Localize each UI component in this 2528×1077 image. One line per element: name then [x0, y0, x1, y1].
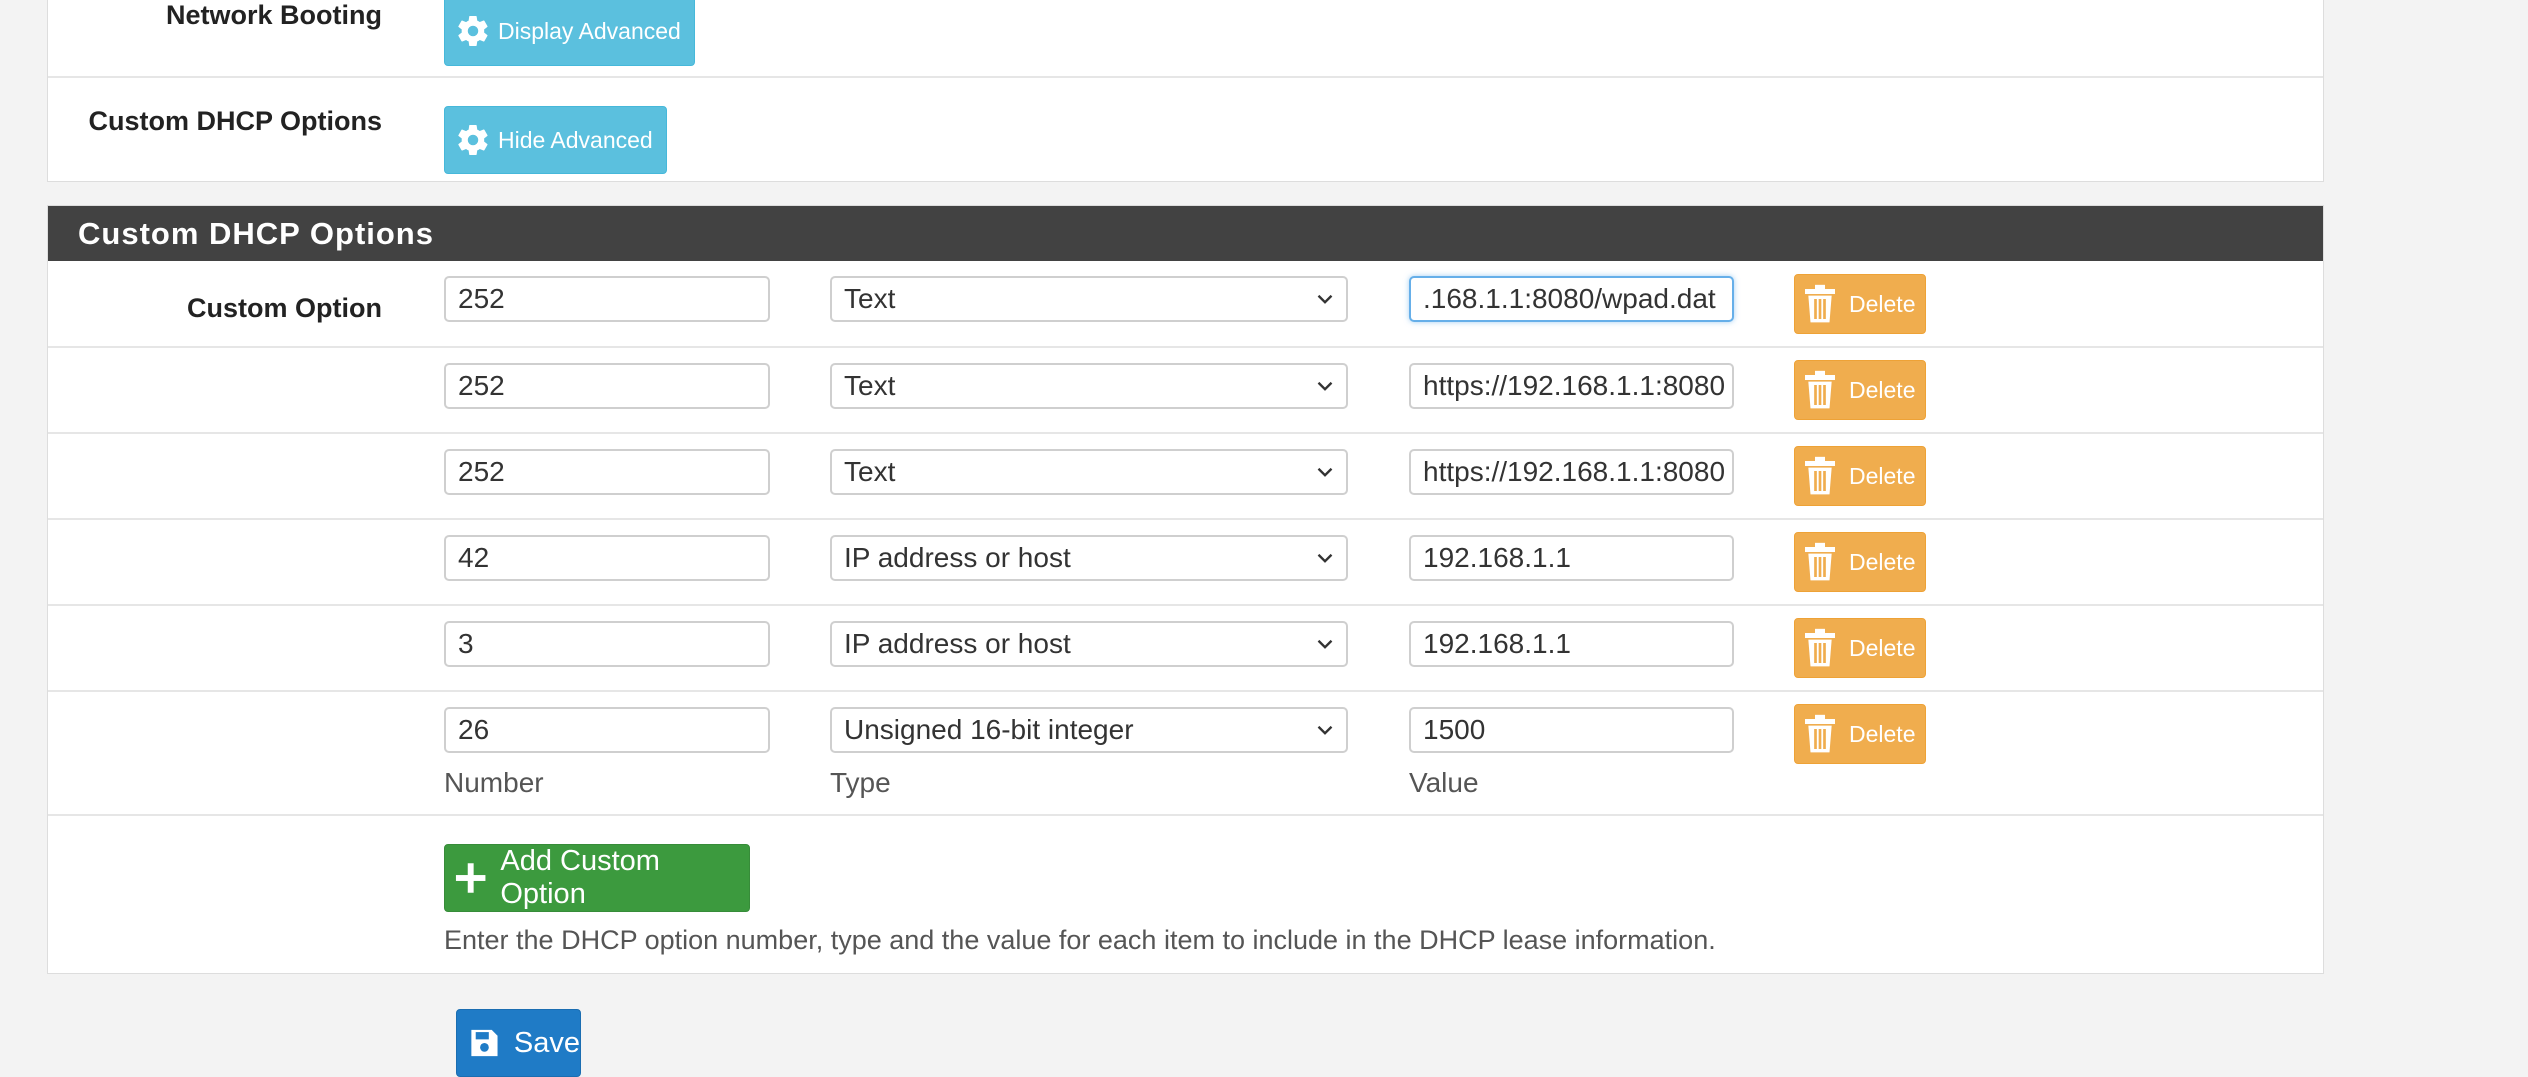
option-type-value: Text — [844, 283, 896, 314]
type-caption: Type — [830, 767, 891, 798]
hide-advanced-label: Hide Advanced — [498, 126, 653, 153]
chevron-down-icon — [1317, 725, 1333, 735]
display-advanced-label: Display Advanced — [498, 17, 681, 44]
delete-button[interactable]: Delete — [1794, 446, 1926, 506]
option-type-value: Text — [844, 370, 896, 401]
delete-button[interactable]: Delete — [1794, 704, 1926, 764]
custom-option-label: Custom Option — [187, 293, 382, 323]
number-caption: Number — [444, 767, 544, 798]
option-number-input[interactable]: 42 — [444, 535, 770, 581]
row-divider — [48, 604, 2323, 606]
delete-button[interactable]: Delete — [1794, 618, 1926, 678]
option-type-select[interactable]: Text — [830, 363, 1348, 409]
chevron-down-icon — [1317, 381, 1333, 391]
trash-icon — [1805, 284, 1835, 323]
option-value-input[interactable]: 1500 — [1409, 707, 1734, 753]
delete-button[interactable]: Delete — [1794, 360, 1926, 420]
delete-label: Delete — [1849, 634, 1916, 661]
row-divider — [48, 76, 2323, 78]
chevron-down-icon — [1317, 553, 1333, 563]
option-value-input[interactable]: 192.168.1.1 — [1409, 621, 1734, 667]
option-value-input[interactable]: https://192.168.1.1:8080 — [1409, 363, 1734, 409]
advanced-options-panel: Network Booting Display Advanced Custom … — [47, 0, 2324, 182]
option-type-select[interactable]: IP address or host — [830, 535, 1348, 581]
option-type-select[interactable]: Unsigned 16-bit integer — [830, 707, 1348, 753]
save-icon — [471, 1029, 498, 1057]
option-number-input[interactable]: 252 — [444, 276, 770, 322]
row-divider — [48, 432, 2323, 434]
gear-icon — [458, 124, 488, 156]
add-custom-option-button[interactable]: Add Custom Option — [444, 844, 750, 912]
gear-icon — [458, 15, 488, 47]
delete-label: Delete — [1849, 720, 1916, 747]
save-label: Save — [513, 1026, 580, 1059]
option-value-input[interactable]: 192.168.1.1 — [1409, 535, 1734, 581]
chevron-down-icon — [1317, 639, 1333, 649]
display-advanced-button[interactable]: Display Advanced — [444, 0, 695, 66]
option-type-value: IP address or host — [844, 542, 1071, 573]
delete-label: Delete — [1849, 548, 1916, 575]
value-caption: Value — [1409, 767, 1479, 798]
custom-dhcp-options-panel: Custom DHCP Options Custom Option 252 Te… — [47, 205, 2324, 974]
option-type-value: Text — [844, 456, 896, 487]
network-booting-label: Network Booting — [166, 0, 382, 30]
chevron-down-icon — [1317, 294, 1333, 304]
option-number-input[interactable]: 26 — [444, 707, 770, 753]
option-value-input[interactable]: https://192.168.1.1:8080 — [1409, 449, 1734, 495]
option-value-input[interactable]: .168.1.1:8080/wpad.dat — [1409, 276, 1734, 322]
delete-label: Delete — [1849, 376, 1916, 403]
row-divider — [48, 814, 2323, 816]
option-type-value: IP address or host — [844, 628, 1071, 659]
help-text: Enter the DHCP option number, type and t… — [444, 925, 1716, 955]
panel-heading: Custom DHCP Options — [48, 206, 2323, 261]
delete-label: Delete — [1849, 290, 1916, 317]
custom-dhcp-options-label: Custom DHCP Options — [88, 106, 382, 136]
option-number-input[interactable]: 252 — [444, 449, 770, 495]
option-type-select[interactable]: Text — [830, 276, 1348, 322]
plus-icon — [455, 863, 486, 893]
trash-icon — [1805, 542, 1835, 581]
option-number-input[interactable]: 252 — [444, 363, 770, 409]
add-custom-option-label: Add Custom Option — [500, 845, 660, 910]
row-divider — [48, 346, 2323, 348]
trash-icon — [1805, 628, 1835, 667]
chevron-down-icon — [1317, 467, 1333, 477]
row-divider — [48, 518, 2323, 520]
save-button[interactable]: Save — [456, 1009, 581, 1077]
option-type-select[interactable]: IP address or host — [830, 621, 1348, 667]
option-number-input[interactable]: 3 — [444, 621, 770, 667]
delete-button[interactable]: Delete — [1794, 274, 1926, 334]
option-type-value: Unsigned 16-bit integer — [844, 714, 1134, 745]
trash-icon — [1805, 714, 1835, 753]
trash-icon — [1805, 456, 1835, 495]
row-divider — [48, 690, 2323, 692]
option-type-select[interactable]: Text — [830, 449, 1348, 495]
trash-icon — [1805, 370, 1835, 409]
delete-label: Delete — [1849, 462, 1916, 489]
delete-button[interactable]: Delete — [1794, 532, 1926, 592]
hide-advanced-button[interactable]: Hide Advanced — [444, 106, 667, 174]
